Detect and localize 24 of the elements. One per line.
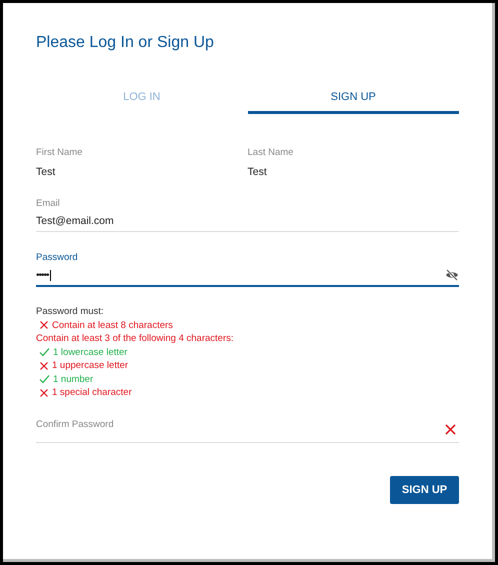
email-field[interactable]: Email Test@email.com xyxy=(36,198,459,232)
field-label: First Name xyxy=(36,147,84,158)
field-label: Last Name xyxy=(248,147,294,158)
rule-text: Contain at least 8 characters xyxy=(52,320,173,330)
rule-text: 1 number xyxy=(53,374,94,384)
rule-text: 1 lowercase letter xyxy=(53,346,128,358)
confirm-password-field[interactable]: Confirm Password xyxy=(36,419,459,443)
check-icon xyxy=(39,347,50,357)
dialog-title: Please Log In or Sign Up xyxy=(36,34,215,52)
cross-icon xyxy=(39,360,49,370)
cross-icon xyxy=(39,388,49,398)
cross-icon xyxy=(444,423,457,436)
field-value[interactable]: Test xyxy=(36,166,248,178)
rules-intro: Password must: xyxy=(36,306,105,317)
field-value[interactable]: Test xyxy=(248,166,459,178)
check-icon xyxy=(39,374,50,384)
password-field[interactable]: Password ••••• xyxy=(36,252,459,287)
rule-heading: Contain at least 3 of the following 4 characters: xyxy=(36,333,235,344)
rule-text: 1 special character xyxy=(52,387,132,398)
eye-slash-icon[interactable] xyxy=(445,269,459,281)
rule-text: 1 uppercase letter xyxy=(52,360,128,371)
tab[interactable]: SIGN UP xyxy=(248,88,459,114)
sign-up-button[interactable]: SIGN UP xyxy=(390,476,459,504)
cross-icon xyxy=(39,320,49,330)
